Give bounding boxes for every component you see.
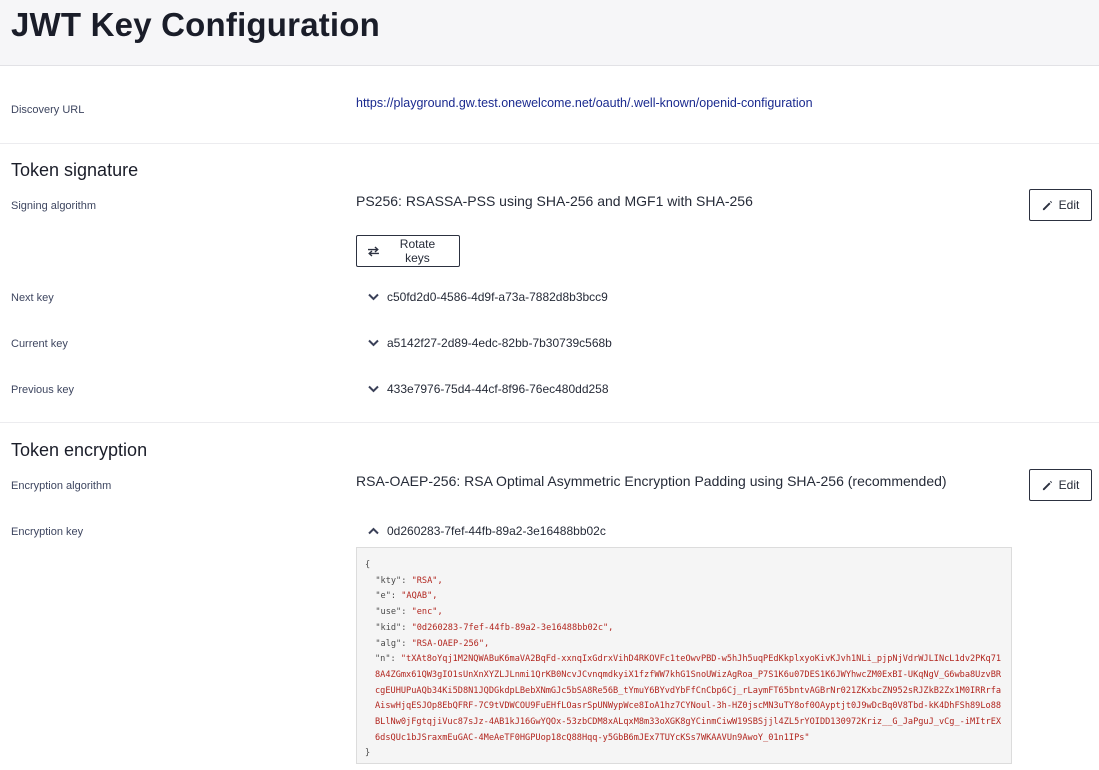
next-key-id: c50fd2d0-4586-4d9f-a73a-7882d8b3bcc9 [387,290,608,304]
token-encryption-title: Token encryption [11,440,148,460]
rotate-keys-button[interactable]: Rotate keys [356,235,460,267]
signing-algorithm-label: Signing algorithm [11,200,96,212]
current-key-id: a5142f27-2d89-4edc-82bb-7b30739c568b [387,336,612,350]
next-key-toggle[interactable]: c50fd2d0-4586-4d9f-a73a-7882d8b3bcc9 [368,290,608,304]
json-kid-key: "kid": [375,622,412,633]
encryption-key-label: Encryption key [11,526,84,538]
pencil-icon [1042,200,1052,210]
swap-arrows-icon [367,246,379,256]
json-kty-key: "kty": [375,575,412,586]
divider [0,422,1099,423]
json-open-brace: { [365,560,371,570]
page-title: JWT Key Configuration [11,6,381,43]
discovery-url-link[interactable]: https://playground.gw.test.onewelcome.ne… [356,96,813,110]
json-use-value: "enc", [411,607,443,618]
page-header: JWT Key Configuration [0,0,1099,66]
encryption-algorithm-value: RSA-OAEP-256: RSA Optimal Asymmetric Enc… [356,473,947,489]
json-use-key: "use": [375,607,412,618]
previous-key-toggle[interactable]: 433e7976-75d4-44cf-8f96-76ec480dd258 [368,382,609,396]
encryption-key-toggle[interactable]: 0d260283-7fef-44fb-89a2-3e16488bb02c [368,524,606,538]
json-kid-value: "0d260283-7fef-44fb-89a2-3e16488bb02c", [411,622,614,633]
json-e-value: "AQAB", [401,591,438,602]
encryption-key-id: 0d260283-7fef-44fb-89a2-3e16488bb02c [387,524,606,538]
previous-key-id: 433e7976-75d4-44cf-8f96-76ec480dd258 [387,382,609,396]
chevron-up-icon [368,527,379,535]
signature-edit-label: Edit [1058,198,1080,212]
signing-algorithm-value: PS256: RSASSA-PSS using SHA-256 and MGF1… [356,193,753,209]
chevron-down-icon [368,339,379,347]
chevron-down-icon [368,385,379,393]
next-key-label: Next key [11,292,54,304]
encryption-algorithm-label: Encryption algorithm [11,480,112,492]
discovery-url-label: Discovery URL [11,104,85,116]
previous-key-label: Previous key [11,384,74,396]
current-key-label: Current key [11,338,68,350]
signature-edit-button[interactable]: Edit [1029,189,1092,221]
encryption-edit-button[interactable]: Edit [1029,469,1092,501]
json-alg-value: "RSA-OAEP-256", [411,638,490,649]
divider [0,143,1099,144]
encryption-edit-label: Edit [1058,478,1080,492]
json-close-brace: } [365,748,371,759]
current-key-toggle[interactable]: a5142f27-2d89-4edc-82bb-7b30739c568b [368,336,612,350]
pencil-icon [1042,480,1052,490]
json-kty-value: "RSA", [411,575,443,586]
json-n-value: "tXAt8oYqj1M2NQWABuK6maVA2BqFd-xxnqIxGdr… [375,654,1002,743]
json-alg-key: "alg": [375,638,412,649]
chevron-down-icon [368,293,379,301]
rotate-keys-label: Rotate keys [399,237,436,265]
token-signature-title: Token signature [11,160,139,180]
json-n-key: "n": [375,654,401,665]
jwk-json-viewer: { "kty": "RSA", "e": "AQAB", "use": "enc… [356,547,1012,764]
json-e-key: "e": [375,591,402,602]
